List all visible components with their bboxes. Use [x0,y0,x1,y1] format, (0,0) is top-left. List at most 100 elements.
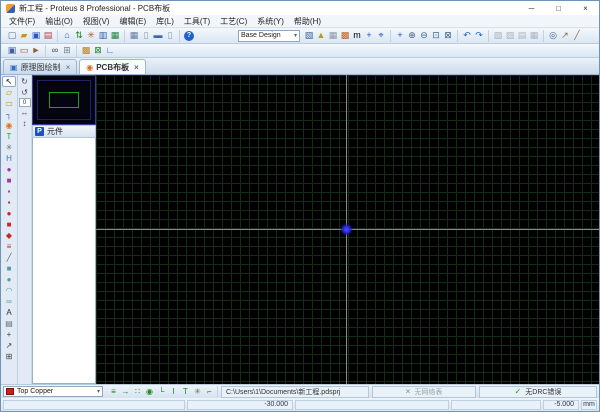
rotate-cw-button[interactable]: ↻ [21,77,28,87]
marker-mode[interactable]: + [2,329,16,340]
design-explorer-icon[interactable]: ▯ [140,30,152,42]
false-origin-icon[interactable]: + [363,30,375,42]
tab-schematic-capture[interactable]: ▣ 原理图绘制 × [3,59,77,74]
schematic-capture-icon[interactable]: ⇅ [73,30,85,42]
menu-item[interactable]: 视图(V) [78,16,115,27]
zoom-all-icon[interactable]: ⊠ [442,30,454,42]
paste-icon[interactable]: ▤ [516,30,528,42]
export-icon[interactable]: ↗ [559,30,571,42]
rotate-ccw-button[interactable]: ↺ [21,88,28,98]
flip-vertical-button[interactable]: ↕ [23,119,27,129]
metric-toggle-icon[interactable]: m [351,30,363,42]
rotation-angle-field[interactable]: 0 [19,98,31,107]
zoom-out-icon[interactable]: ⊖ [418,30,430,42]
import-project-icon[interactable]: ▤ [42,30,54,42]
selection-tool[interactable]: ↖ [2,76,16,87]
circle-mode[interactable]: ● [2,274,16,285]
box-mode[interactable]: ■ [2,263,16,274]
flip-horizontal-button[interactable]: ↔ [21,108,29,118]
tab-close-icon[interactable]: × [66,63,71,72]
round-pad-mode[interactable]: ● [2,164,16,175]
pcb-editing-canvas[interactable] [96,75,599,384]
help-icon[interactable]: ? [183,30,195,42]
goto-icon[interactable]: → [120,386,131,397]
pad-array-icon[interactable]: ∷ [132,386,143,397]
copy-icon[interactable]: ▨ [504,30,516,42]
teardrop-icon[interactable]: ◉ [144,386,155,397]
origin-mode[interactable]: ⊞ [2,351,16,362]
package-mode[interactable]: ▭ [2,98,16,109]
property-tags-icon[interactable]: ⊞ [61,45,73,57]
design-selector-dropdown[interactable]: Base Design ▾ [238,30,300,42]
poly-pad-mode[interactable]: ◆ [2,230,16,241]
text-status-icon[interactable]: T [180,386,191,397]
undo-icon[interactable]: ↶ [461,30,473,42]
new-project-icon[interactable]: ▢ [6,30,18,42]
layers-view-icon[interactable]: ▣ [6,45,18,57]
edge-pad-mode[interactable]: ▪ [2,197,16,208]
open-project-icon[interactable]: ▰ [18,30,30,42]
block-move-icon[interactable]: ▦ [528,30,540,42]
tab-close-icon[interactable]: × [134,63,139,72]
menu-item[interactable]: 输出(O) [40,16,78,27]
overview-minimap[interactable] [32,75,96,125]
menu-item[interactable]: 文件(F) [4,16,40,27]
layer-stack-icon[interactable]: ≡ [108,386,119,397]
redraw-icon[interactable]: ▧ [303,30,315,42]
minimize-button[interactable]: ─ [518,1,545,15]
pick-parts-button[interactable]: P [35,127,44,136]
via-mode[interactable]: ◉ [2,120,16,131]
notes-icon[interactable]: ▯ [164,30,176,42]
close-button[interactable]: × [572,1,599,15]
component-mode[interactable]: ▱ [2,87,16,98]
gerber-view-icon[interactable]: ▦ [128,30,140,42]
menu-item[interactable]: 帮助(H) [289,16,326,27]
circular-pad-mode[interactable]: ● [2,208,16,219]
bom-icon[interactable]: ▬ [152,30,164,42]
tab-pcb-layout[interactable]: ◉ PCB布板 × [79,59,146,74]
home-icon[interactable]: ⌂ [61,30,73,42]
statistics-icon[interactable]: ∟ [104,45,116,57]
pcb-layout-icon[interactable]: ✳ [85,30,97,42]
menu-item[interactable]: 编辑(E) [114,16,151,27]
pan-tool-icon[interactable]: ► [30,45,42,57]
3d-viewer-icon[interactable]: ▦ [109,30,121,42]
dil-pad-mode[interactable]: ▪ [2,186,16,197]
mitre-icon[interactable]: ⌐ [204,386,215,397]
menu-item[interactable]: 系统(Y) [252,16,289,27]
component-list[interactable] [32,138,96,384]
cut-icon[interactable]: ▧ [492,30,504,42]
center-view-icon[interactable]: + [394,30,406,42]
maximize-button[interactable]: □ [545,1,572,15]
text-mode[interactable]: A [2,307,16,318]
find-component-icon[interactable]: ∞ [49,45,61,57]
layer-selector-dropdown[interactable]: Top Copper ▾ [3,386,103,397]
zone-mode[interactable]: T [2,131,16,142]
simulate-icon[interactable]: ▥ [97,30,109,42]
menu-item[interactable]: 工具(T) [179,16,215,27]
search-icon[interactable]: ◎ [547,30,559,42]
redo-icon[interactable]: ↷ [473,30,485,42]
ratsnest-mode[interactable]: ✳ [2,142,16,153]
grid-toggle-icon[interactable]: ▦ [327,30,339,42]
square-pad-mode[interactable]: ■ [2,175,16,186]
save-project-icon[interactable]: ▣ [30,30,42,42]
separation-icon[interactable]: I [168,386,179,397]
zoom-area-icon[interactable]: ⊡ [430,30,442,42]
rect-pad-mode[interactable]: ■ [2,219,16,230]
menu-item[interactable]: 工艺(C) [215,16,252,27]
highlight-net-mode[interactable]: H [2,153,16,164]
polar-coords-icon[interactable]: ⌖ [375,30,387,42]
line-mode[interactable]: ╱ [2,252,16,263]
board-edge-mode[interactable]: ▤ [2,318,16,329]
layer-pairs-icon[interactable]: ▩ [339,30,351,42]
layer-warning-icon[interactable]: ▲ [315,30,327,42]
arc-mode[interactable]: ◠ [2,285,16,296]
dimension-mode[interactable]: ↗ [2,340,16,351]
net-highlight-icon[interactable]: ⊠ [92,45,104,57]
track-mode[interactable]: ┐ [2,109,16,120]
menu-item[interactable]: 库(L) [151,16,179,27]
route-icon[interactable]: └ [156,386,167,397]
zoom-in-icon[interactable]: ⊕ [406,30,418,42]
padstack-mode[interactable]: ≡ [2,241,16,252]
